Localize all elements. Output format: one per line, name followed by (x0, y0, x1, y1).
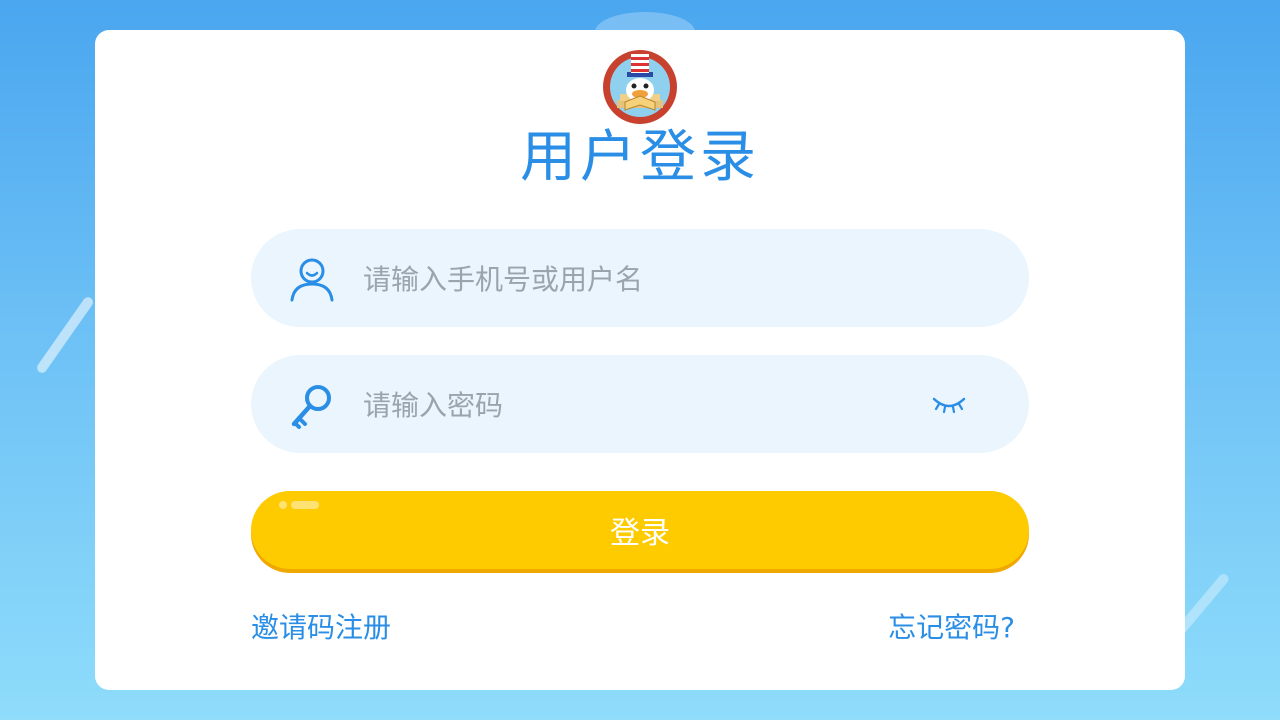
username-field[interactable] (251, 229, 1029, 327)
password-input[interactable] (361, 377, 905, 433)
key-icon (291, 385, 331, 429)
password-field[interactable] (251, 355, 1029, 453)
background-streak (35, 295, 95, 375)
invite-code-register-link[interactable]: 邀请码注册 (251, 606, 391, 646)
user-icon (290, 258, 334, 302)
page-title: 用户登录 (520, 125, 760, 190)
button-shine (279, 501, 287, 509)
forgot-password-link[interactable]: 忘记密码? (888, 606, 1015, 646)
button-shine (291, 501, 319, 509)
login-button[interactable]: 登录 (251, 491, 1029, 569)
login-card: 用户登录 登录 邀请码注册 忘记密码? (95, 30, 1185, 690)
username-input[interactable] (361, 251, 905, 307)
eye-closed-icon[interactable] (931, 391, 967, 417)
